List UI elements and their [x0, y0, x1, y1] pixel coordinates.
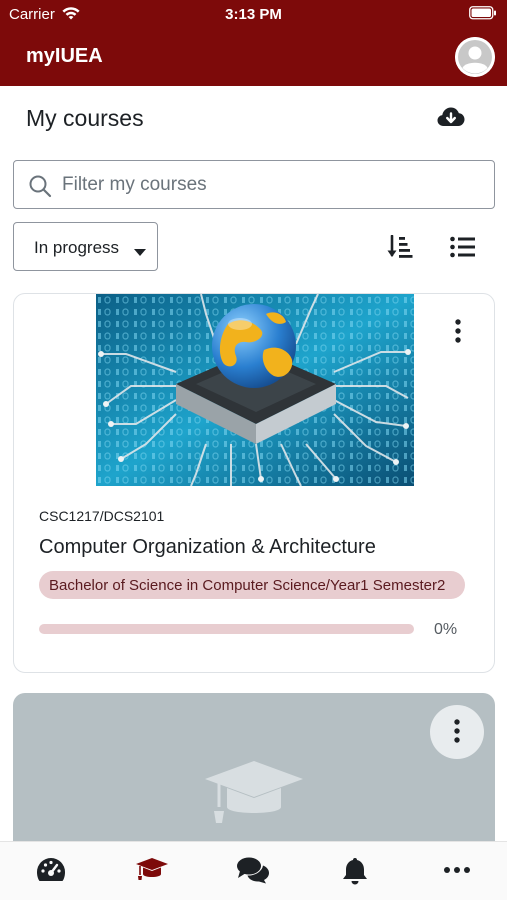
tab-dashboard[interactable] [34, 856, 68, 886]
course-card[interactable] [13, 693, 495, 853]
messages-icon [237, 857, 269, 884]
cloud-download-icon[interactable] [436, 105, 466, 136]
tab-messages[interactable] [236, 856, 270, 886]
course-options-button[interactable] [430, 705, 484, 759]
course-options-icon[interactable] [446, 318, 470, 346]
course-search [13, 160, 495, 209]
caret-down-icon [134, 244, 146, 262]
search-icon [28, 174, 52, 203]
list-view-icon[interactable] [450, 236, 476, 263]
app-title: myIUEA [26, 45, 103, 67]
course-card[interactable]: CSC1217/DCS2101 Computer Organization & … [13, 293, 495, 673]
course-filter-select[interactable]: In progress [13, 222, 158, 271]
course-category-badge: Bachelor of Science in Computer Science/… [39, 571, 465, 599]
course-image [96, 294, 414, 486]
course-progress-label: 0% [434, 621, 458, 638]
bottom-tab-bar [0, 841, 507, 900]
course-options-icon [445, 718, 469, 751]
more-icon [444, 867, 470, 873]
bell-icon [343, 858, 367, 885]
tab-more[interactable] [440, 856, 474, 886]
page-title: My courses [26, 105, 144, 131]
user-icon [455, 37, 495, 77]
app-header: Carrier 3:13 PM myIUEA [0, 0, 507, 86]
sort-icon[interactable] [387, 234, 413, 264]
user-avatar[interactable] [455, 37, 495, 77]
battery-icon [469, 6, 497, 25]
filter-selected-value: In progress [34, 238, 120, 257]
search-input[interactable] [62, 165, 482, 205]
course-progress-bar [39, 624, 414, 634]
tab-my-courses[interactable] [135, 856, 169, 886]
status-bar: Carrier 3:13 PM [0, 0, 507, 28]
course-name[interactable]: Computer Organization & Architecture [39, 536, 376, 559]
tab-notifications[interactable] [338, 856, 372, 886]
graduation-cap-icon [136, 858, 168, 880]
dashboard-icon [37, 858, 65, 881]
clock: 3:13 PM [225, 6, 282, 23]
graduation-cap-icon [203, 759, 305, 830]
course-code: CSC1217/DCS2101 [39, 508, 165, 524]
